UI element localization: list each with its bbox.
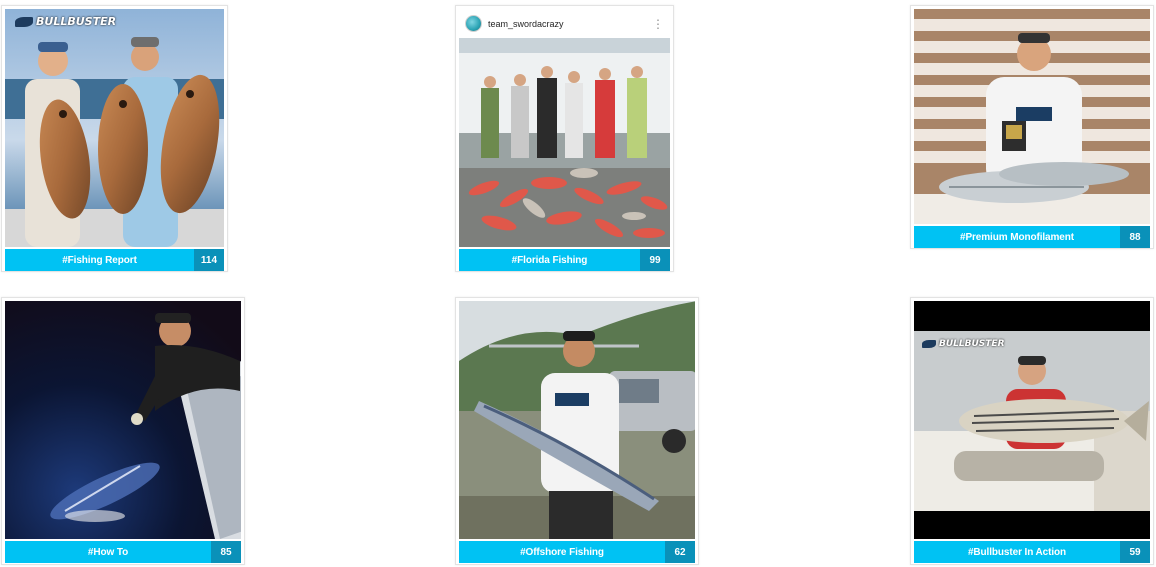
bullbuster-logo: BULLBUSTER <box>922 339 1005 349</box>
hashtag-label[interactable]: #Premium Monofilament <box>914 226 1120 248</box>
shark-logo-icon <box>922 340 936 348</box>
bullbuster-logo: BULLBUSTER <box>15 15 116 28</box>
card-caption: #Fishing Report 114 <box>5 249 224 271</box>
gallery-card-how-to[interactable]: #How To 85 <box>1 297 245 565</box>
post-count-badge: 99 <box>640 249 670 271</box>
bullbuster-logo-text: BULLBUSTER <box>36 15 117 28</box>
more-options-icon[interactable]: ⋮ <box>652 18 664 30</box>
card-caption: #Premium Monofilament 88 <box>914 226 1150 248</box>
hashtag-label[interactable]: #How To <box>5 541 211 563</box>
gallery-card-offshore-fishing[interactable]: #Offshore Fishing 62 <box>455 297 699 565</box>
premium-monofilament-photo[interactable] <box>914 9 1150 224</box>
gallery-card-florida-fishing[interactable]: team_swordacrazy ⋮ #Florida Fishing 99 <box>455 5 674 272</box>
post-count-badge: 59 <box>1120 541 1150 563</box>
hashtag-label[interactable]: #Bullbuster In Action <box>914 541 1120 563</box>
hashtag-label[interactable]: #Offshore Fishing <box>459 541 665 563</box>
hashtag-label[interactable]: #Fishing Report <box>5 249 194 271</box>
post-count-badge: 114 <box>194 249 224 271</box>
gallery-card-fishing-report[interactable]: BULLBUSTER #Fishing Report 114 <box>1 5 228 272</box>
post-count-badge: 88 <box>1120 226 1150 248</box>
card-caption: #How To 85 <box>5 541 241 563</box>
card-caption: #Offshore Fishing 62 <box>459 541 695 563</box>
bullbuster-in-action-photo[interactable]: BULLBUSTER <box>914 301 1150 539</box>
card-caption: #Florida Fishing 99 <box>459 249 670 271</box>
florida-fishing-photo[interactable] <box>459 38 670 247</box>
offshore-fishing-photo[interactable] <box>459 301 695 539</box>
gallery-card-bullbuster-in-action[interactable]: BULLBUSTER #Bullbuster In Action 59 <box>910 297 1154 565</box>
gallery-card-premium-monofilament[interactable]: #Premium Monofilament 88 <box>910 5 1154 249</box>
instagram-post-header: team_swordacrazy ⋮ <box>459 9 670 38</box>
hashtag-label[interactable]: #Florida Fishing <box>459 249 640 271</box>
bullbuster-logo-text: BULLBUSTER <box>939 339 1005 349</box>
instagram-username[interactable]: team_swordacrazy <box>488 19 652 29</box>
card-caption: #Bullbuster In Action 59 <box>914 541 1150 563</box>
profile-avatar[interactable] <box>465 15 482 32</box>
post-count-badge: 62 <box>665 541 695 563</box>
shark-logo-icon <box>15 16 33 27</box>
how-to-photo[interactable] <box>5 301 241 539</box>
fishing-report-photo[interactable]: BULLBUSTER <box>5 9 224 247</box>
post-count-badge: 85 <box>211 541 241 563</box>
